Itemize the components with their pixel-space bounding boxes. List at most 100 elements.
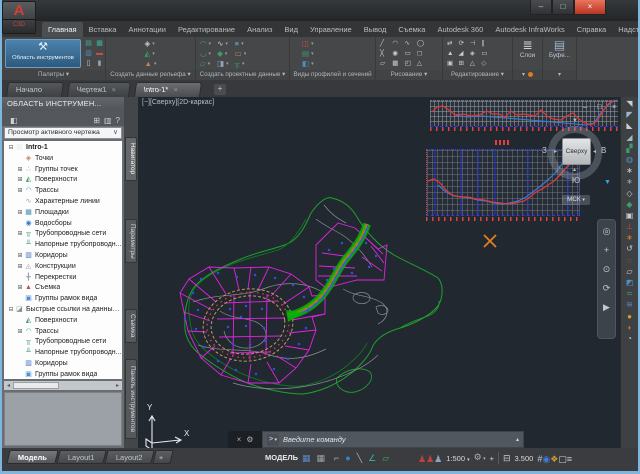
tree-expander-icon[interactable]: ⊞ [16, 229, 24, 240]
model-space-button[interactable]: МОДЕЛЬ [265, 451, 298, 465]
command-prompt-icon[interactable]: > ▾ [267, 434, 279, 446]
tree-item[interactable]: ⊟ ◪ Быстрые ссылки на данные [] [4, 305, 122, 316]
tree-expander-icon[interactable]: ⊞ [16, 283, 24, 294]
minimize-button[interactable]: – [530, 0, 552, 15]
drafting-toggle-icon[interactable]: ╲ [357, 451, 362, 465]
tree-item[interactable]: ⊞ ◬ Конструкции [4, 262, 122, 273]
create-surface-icon[interactable]: ◈ [145, 39, 151, 48]
clipboard-button[interactable]: ▤ Буфе... [543, 38, 576, 60]
tree-expander-icon[interactable]: ⊟ [7, 143, 15, 154]
tree-item[interactable]: ⊞ ▥ Коридоры [4, 251, 122, 262]
tree-item[interactable]: ⊞ ◭ Поверхности [4, 175, 122, 186]
palette-icon[interactable]: ▥ [83, 49, 94, 59]
modify-tool-icon[interactable]: ⊣ [470, 39, 476, 48]
new-layout-button[interactable]: + [152, 450, 173, 464]
close-icon[interactable]: × [237, 435, 242, 444]
draw-tool-icon[interactable]: ◰ [405, 59, 412, 68]
tree-item[interactable]: ◉ Водосборы [4, 219, 122, 230]
navbar-tool-icon[interactable]: + [604, 245, 609, 255]
panel-label[interactable]: Редактирование ▾ [443, 70, 512, 80]
wcs-selector[interactable]: МСК ▾ [562, 195, 590, 205]
navbar-tool-icon[interactable]: ▶ [603, 302, 610, 312]
viewcube-left-arrow-icon[interactable]: ▸ [554, 148, 557, 155]
tree-expander-icon[interactable]: ⊞ [16, 208, 24, 219]
customization-button[interactable]: + [490, 454, 494, 463]
drawing-canvas[interactable]: [−][Сверху][2D-каркас] – □ × [138, 97, 638, 448]
workspace-gear-icon[interactable]: ⚙ ▾ [474, 450, 486, 466]
ribbon-tab[interactable]: Съемка [392, 22, 431, 37]
toolbar-tool-icon[interactable]: ● [627, 312, 632, 322]
viewcube-south-label[interactable]: Ю [572, 176, 580, 185]
ribbon-tab[interactable]: Главная [42, 22, 83, 37]
modify-tool-icon[interactable]: ◇ [481, 59, 487, 68]
panel-label[interactable]: Рисование ▾ [376, 70, 442, 80]
toolspace-tool-icon[interactable]: ◧ [10, 116, 18, 125]
tree-expander-icon[interactable]: ⊞ [16, 175, 24, 186]
viewcube-east-label[interactable]: В [601, 146, 606, 155]
draw-tool-icon[interactable]: ▦ [392, 59, 399, 68]
file-tab-intro1[interactable]: Intro-1*× [134, 82, 202, 97]
create-surface-icon[interactable]: ◭ [145, 49, 151, 58]
scrollbar-thumb[interactable] [13, 382, 59, 389]
tree-expander-icon[interactable]: ⊞ [16, 251, 24, 262]
create-design-icon[interactable]: ≡ [235, 39, 239, 48]
draw-tool-icon[interactable]: ◉ [392, 49, 399, 58]
modify-tool-icon[interactable]: ▲ [447, 49, 453, 58]
toolbar-tool-icon[interactable]: ◔ [627, 334, 632, 344]
clipboard-panel-strip[interactable]: ▾ [543, 70, 576, 80]
ribbon-tab[interactable]: Надстройки [612, 22, 640, 37]
toolbar-tool-icon[interactable]: ◆ [626, 200, 632, 210]
command-input[interactable]: > ▾ Введите команду ▴ [262, 431, 524, 448]
tree-item[interactable]: ▣ Группы рамок вида [4, 370, 122, 379]
grid-toggle-icon[interactable]: ▦ [317, 451, 326, 465]
tree-item[interactable]: ⊞ ◠ Трассы [4, 327, 122, 338]
draw-tool-icon[interactable]: ◠ [392, 39, 399, 48]
tree-horizontal-scrollbar[interactable]: ◂ ▸ [4, 381, 122, 390]
profile-view-icon[interactable]: ▤ [302, 49, 309, 58]
layers-panel-strip[interactable]: ▾ [513, 70, 542, 80]
ribbon-tab[interactable]: Autodesk 360 [431, 22, 489, 37]
tray-icon[interactable]: ▢ [558, 454, 567, 464]
tree-item[interactable]: ⊞ ╥ Трубопроводные сети [4, 229, 122, 240]
modify-tool-icon[interactable]: △ [470, 59, 476, 68]
tab-prospector[interactable]: Навигатор [125, 137, 137, 181]
modify-tool-icon[interactable]: ▣ [447, 59, 453, 68]
viewcube-down-arrow-icon[interactable]: ▴ [573, 166, 576, 173]
toolspace-tool-icon[interactable]: ▥ [104, 116, 112, 125]
toolbar-tool-icon[interactable]: ◇ [626, 189, 632, 199]
annotation-icon[interactable]: ♟ [418, 454, 426, 464]
scroll-left-icon[interactable]: ◂ [4, 382, 13, 389]
modify-tool-icon[interactable]: ◈ [470, 49, 476, 58]
palette-icon[interactable]: ▤ [83, 39, 94, 49]
toolbar-tool-icon[interactable]: ◢ [626, 133, 632, 143]
viewcube-right-arrow-icon[interactable]: ◂ [593, 148, 596, 155]
tree-item[interactable]: ⊞ ▦ Площадки [4, 208, 122, 219]
toolbar-tool-icon[interactable]: ∗ [626, 233, 633, 243]
create-design-icon[interactable]: ◠ [200, 39, 207, 48]
create-design-icon[interactable]: ▭ [235, 49, 242, 58]
palette-icon[interactable]: ▮ [94, 59, 105, 69]
ribbon-tab[interactable]: Аннотации [122, 22, 172, 37]
plot-notify-icon[interactable]: ⊟ [503, 451, 511, 465]
modify-tool-icon[interactable]: ∥ [481, 39, 487, 48]
tree-item[interactable]: ∿ Характерные линии [4, 197, 122, 208]
draw-tool-icon[interactable]: ◻ [417, 49, 424, 58]
drafting-toggle-icon[interactable]: ∠ [368, 451, 376, 465]
draw-tool-icon[interactable]: ╱ [380, 39, 387, 48]
tree-item[interactable]: ⊟ ▤ Intro-1 [4, 143, 122, 154]
tree-item[interactable]: ▥ Коридоры [4, 359, 122, 370]
navbar-tool-icon[interactable]: ◎ [603, 226, 611, 236]
toolbar-tool-icon[interactable]: ≋ [626, 300, 633, 310]
layout-tab-model[interactable]: Модель [6, 450, 59, 464]
tab-toolbox[interactable]: Панель инструментов [125, 359, 137, 439]
toolbar-tool-icon[interactable]: ∗ [626, 166, 633, 176]
toolbar-tool-icon[interactable]: ≃ [626, 289, 633, 299]
palette-icon[interactable]: ▬ [94, 49, 105, 59]
viewcube-menu-icon[interactable]: ▼ [604, 179, 611, 186]
navbar-tool-icon[interactable]: ⟳ [603, 283, 611, 293]
drafting-toggle-icon[interactable]: ▱ [382, 451, 389, 465]
annotation-icon[interactable]: ♟ [426, 454, 434, 464]
viewport-controls-label[interactable]: [−][Сверху][2D-каркас] [142, 99, 214, 106]
ribbon-tab[interactable]: Справка [571, 22, 612, 37]
toolspace-tool-icon[interactable]: ⊞ [93, 116, 100, 125]
